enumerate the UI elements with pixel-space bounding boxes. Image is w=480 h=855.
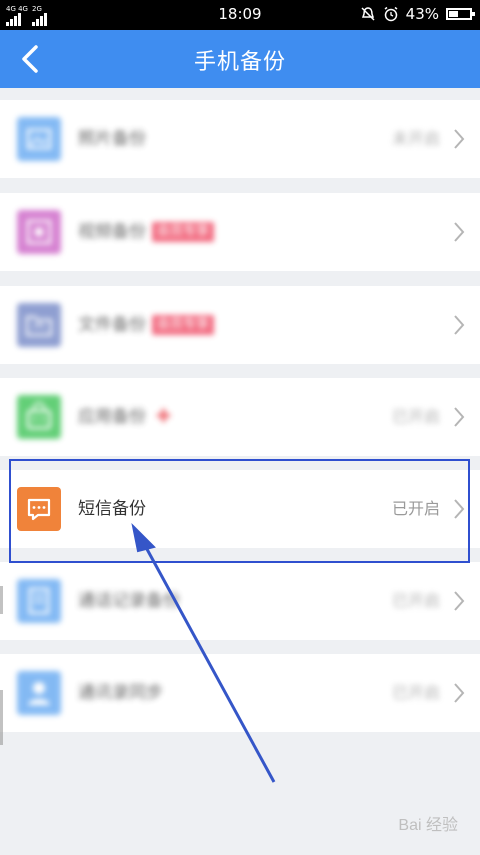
edge-mark xyxy=(0,586,3,614)
edge-mark xyxy=(0,690,3,745)
watermark: Bai 经验 xyxy=(398,817,458,834)
annotation-arrow xyxy=(131,522,276,783)
